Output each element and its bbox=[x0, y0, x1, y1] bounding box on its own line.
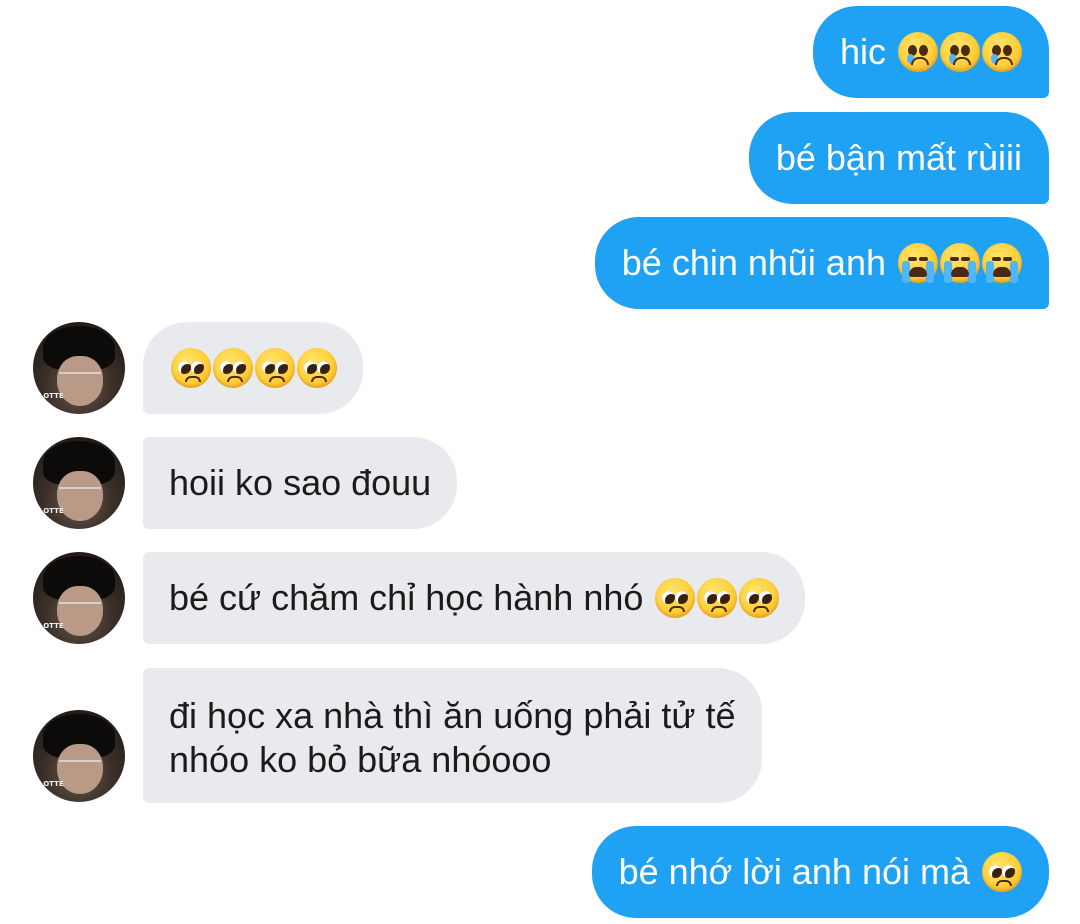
pleading-face-icon bbox=[171, 348, 211, 388]
pleading-face-icon bbox=[213, 348, 253, 388]
outgoing-message-bubble[interactable]: bé bận mất rùiii bbox=[748, 112, 1049, 204]
outgoing-message-bubble[interactable]: hic bbox=[812, 6, 1049, 98]
avatar-shirt-text: LOTTE bbox=[39, 622, 64, 630]
contact-avatar[interactable]: LOTTE bbox=[33, 322, 125, 414]
message-text: hic bbox=[839, 31, 886, 72]
incoming-message-bubble[interactable] bbox=[143, 322, 363, 414]
message-text: bé nhớ lời anh nói mà bbox=[618, 851, 970, 892]
pleading-face-icon bbox=[297, 348, 337, 388]
avatar-shirt-text: LOTTE bbox=[39, 392, 64, 400]
outgoing-message-bubble[interactable]: bé chin nhũi anh bbox=[594, 217, 1049, 309]
contact-avatar[interactable]: LOTTE bbox=[33, 437, 125, 529]
message-text-line: nhóo ko bỏ bữa nhóooo bbox=[169, 739, 552, 780]
pleading-face-icon bbox=[655, 578, 696, 618]
incoming-message-bubble[interactable]: hoii ko sao đouu bbox=[143, 437, 458, 529]
emoji-group bbox=[653, 578, 780, 618]
message-text-line: đi học xa nhà thì ăn uống phải tử tế bbox=[169, 695, 736, 736]
message-text: bé chin nhũi anh bbox=[621, 242, 886, 283]
avatar-shirt-text: LOTTE bbox=[39, 780, 64, 788]
pleading-face-icon bbox=[697, 578, 738, 618]
loudly-crying-face-icon bbox=[982, 243, 1022, 283]
loudly-crying-face-icon bbox=[940, 243, 980, 283]
loudly-crying-face-icon bbox=[898, 243, 938, 283]
emoji-group bbox=[980, 852, 1022, 892]
incoming-message-bubble[interactable]: bé cứ chăm chỉ học hành nhó bbox=[143, 552, 806, 644]
chat-thread: hic bé bận mất rùiii bé chin nhũi anh LO… bbox=[0, 0, 1080, 924]
pleading-face-icon bbox=[982, 852, 1022, 892]
crying-face-icon bbox=[940, 32, 980, 72]
message-text: hoii ko sao đouu bbox=[169, 462, 432, 503]
message-text: bé cứ chăm chỉ học hành nhó bbox=[169, 577, 644, 618]
crying-face-icon bbox=[898, 32, 938, 72]
emoji-group bbox=[896, 243, 1022, 283]
pleading-face-icon bbox=[739, 578, 780, 618]
outgoing-message-bubble[interactable]: bé nhớ lời anh nói mà bbox=[591, 826, 1049, 918]
emoji-group bbox=[896, 32, 1022, 72]
contact-avatar[interactable]: LOTTE bbox=[33, 710, 125, 802]
avatar-shirt-text: LOTTE bbox=[39, 507, 64, 515]
contact-avatar[interactable]: LOTTE bbox=[33, 552, 125, 644]
crying-face-icon bbox=[982, 32, 1022, 72]
incoming-message-bubble[interactable]: đi học xa nhà thì ăn uống phải tử tế nhó… bbox=[143, 668, 762, 803]
emoji-group bbox=[169, 348, 337, 388]
message-text: bé bận mất rùiii bbox=[775, 137, 1022, 178]
pleading-face-icon bbox=[255, 348, 295, 388]
